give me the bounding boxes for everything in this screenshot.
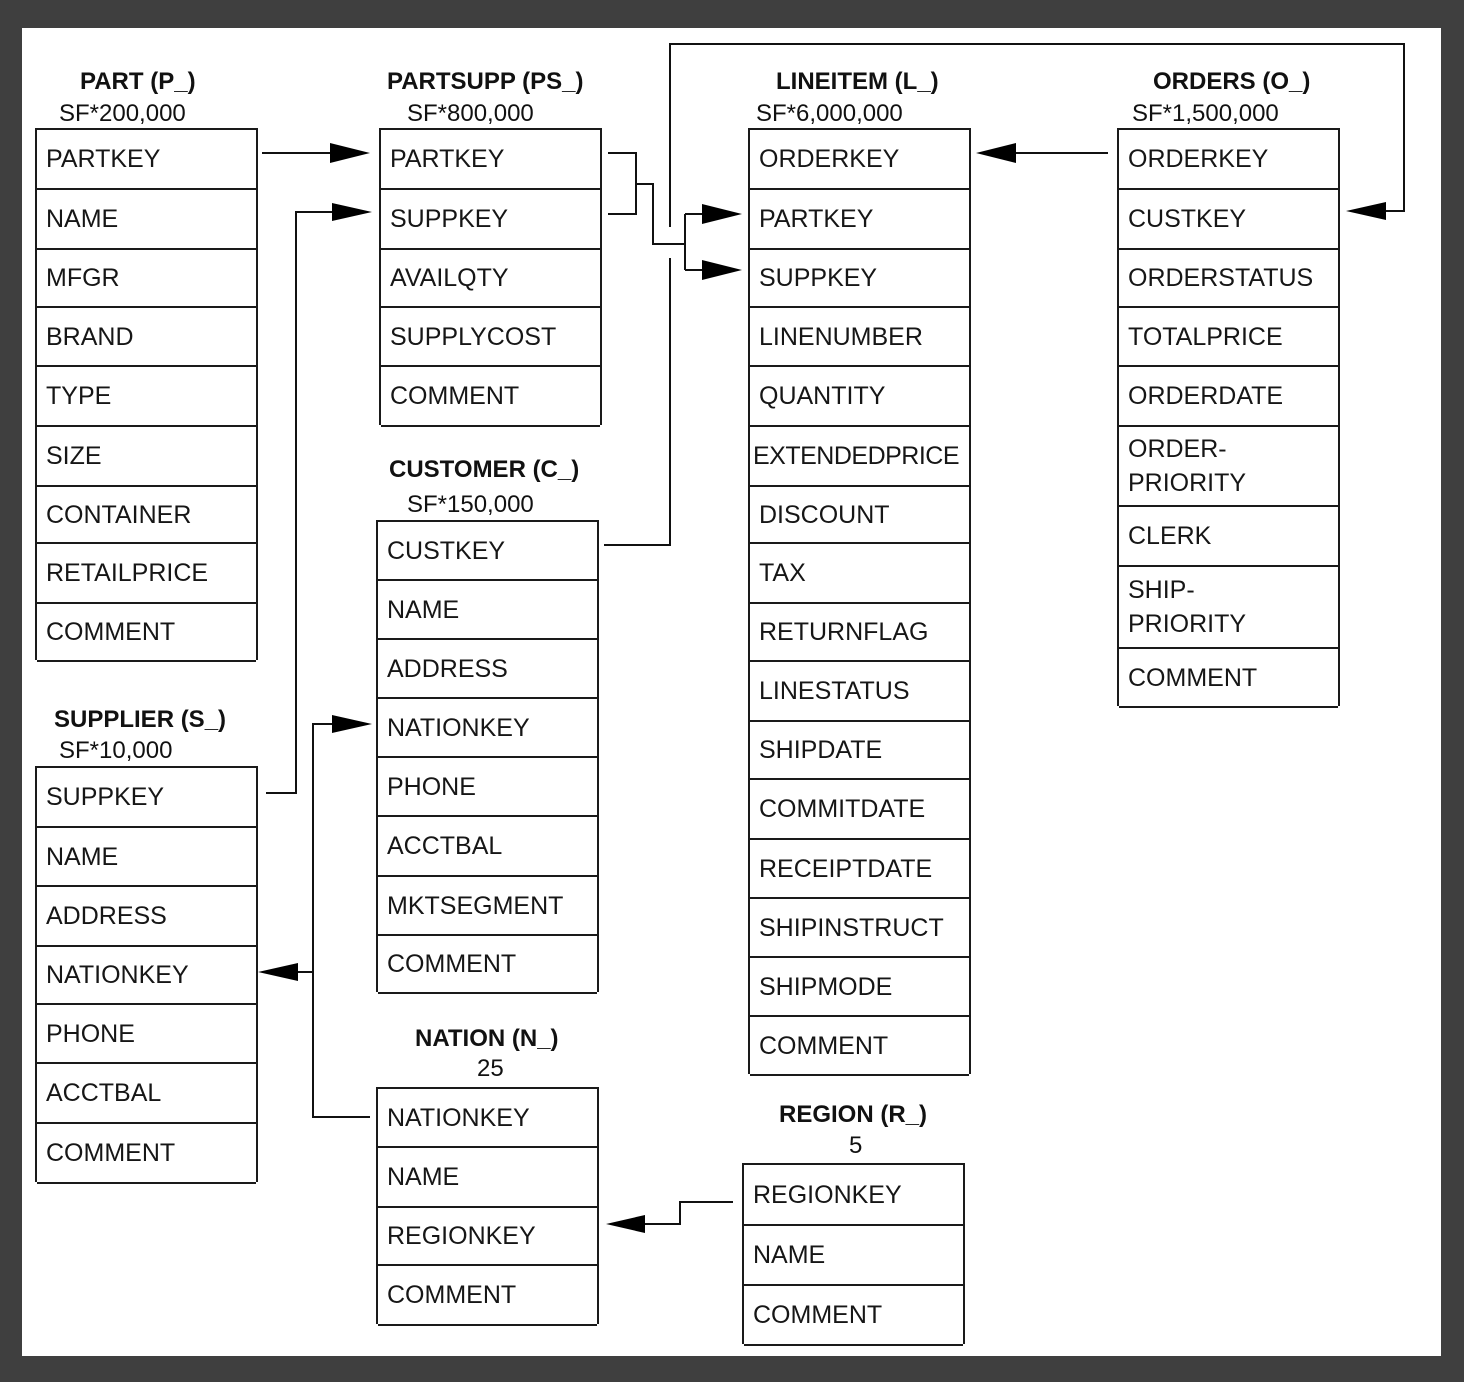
part-column-type: TYPE — [37, 367, 256, 427]
supplier-column-address: ADDRESS — [37, 887, 256, 947]
lineitem-column-linestatus: LINESTATUS — [750, 662, 969, 722]
orders-column-orderdate: ORDERDATE — [1119, 367, 1338, 427]
supplier-column-comment: COMMENT — [37, 1124, 256, 1184]
part-column-brand: BRAND — [37, 308, 256, 367]
lineitem-column-returnflag: RETURNFLAG — [750, 604, 969, 662]
region-column-comment: COMMENT — [744, 1286, 963, 1346]
region-column-regionkey: REGIONKEY — [744, 1165, 963, 1226]
orders-column-custkey: CUSTKEY — [1119, 190, 1338, 250]
part-column-name: NAME — [37, 190, 256, 250]
partsupp-table: PARTKEY SUPPKEY AVAILQTY SUPPLYCOST COMMENT — [379, 128, 602, 427]
orders-column-totalprice: TOTALPRICE — [1119, 308, 1338, 367]
supplier-column-nationkey: NATIONKEY — [37, 947, 256, 1005]
part-column-mfgr: MFGR — [37, 250, 256, 308]
partsupp-table-cardinality: SF*800,000 — [407, 100, 534, 127]
customer-column-name: NAME — [378, 581, 597, 640]
lineitem-column-receiptdate: RECEIPTDATE — [750, 840, 969, 899]
supplier-table-title: SUPPLIER (S_) — [54, 706, 227, 733]
lineitem-column-quantity: QUANTITY — [750, 367, 969, 427]
partsupp-column-comment: COMMENT — [381, 367, 600, 427]
partsupp-column-partkey: PARTKEY — [381, 130, 600, 190]
region-table: REGIONKEY NAME COMMENT — [742, 1163, 965, 1346]
partsupp-column-supplycost: SUPPLYCOST — [381, 308, 600, 367]
nation-table: NATIONKEY NAME REGIONKEY COMMENT — [376, 1087, 599, 1326]
lineitem-column-discount: DISCOUNT — [750, 487, 969, 544]
lineitem-column-shipdate: SHIPDATE — [750, 722, 969, 780]
nation-table-cardinality: 25 — [477, 1055, 504, 1082]
orders-table-cardinality: SF*1,500,000 — [1132, 100, 1279, 127]
supplier-table: SUPPKEY NAME ADDRESS NATIONKEY PHONE ACCTBAL C… — [35, 766, 258, 1184]
orders-column-orderkey: ORDERKEY — [1119, 130, 1338, 190]
customer-column-phone: PHONE — [378, 758, 597, 817]
part-table-cardinality: SF*200,000 — [59, 100, 186, 127]
lineitem-column-extendedprice: EXTENDEDPRICE — [750, 427, 969, 487]
customer-column-mktsegment: MKTSEGMENT — [378, 877, 597, 936]
customer-table-cardinality: SF*150,000 — [407, 491, 534, 518]
partsupp-column-availqty: AVAILQTY — [381, 250, 600, 308]
nation-table-title: NATION (N_) — [415, 1025, 559, 1052]
lineitem-column-shipmode: SHIPMODE — [750, 958, 969, 1017]
nation-column-regionkey: REGIONKEY — [378, 1208, 597, 1266]
customer-column-nationkey: NATIONKEY — [378, 699, 597, 758]
part-column-comment: COMMENT — [37, 604, 256, 662]
part-column-retailprice: RETAILPRICE — [37, 544, 256, 604]
orders-column-comment: COMMENT — [1119, 649, 1338, 708]
lineitem-column-suppkey: SUPPKEY — [750, 250, 969, 308]
region-column-name: NAME — [744, 1226, 963, 1286]
supplier-column-acctbal: ACCTBAL — [37, 1064, 256, 1124]
customer-column-comment: COMMENT — [378, 936, 597, 994]
partsupp-table-title: PARTSUPP (PS_) — [387, 68, 584, 95]
customer-column-address: ADDRESS — [378, 640, 597, 699]
partsupp-column-suppkey: SUPPKEY — [381, 190, 600, 250]
nation-column-nationkey: NATIONKEY — [378, 1089, 597, 1148]
orders-column-shippriority: SHIP- PRIORITY — [1119, 567, 1338, 649]
part-column-container: CONTAINER — [37, 487, 256, 544]
lineitem-column-linenumber: LINENUMBER — [750, 308, 969, 367]
region-table-title: REGION (R_) — [779, 1101, 928, 1128]
orders-table: ORDERKEY CUSTKEY ORDERSTATUS TOTALPRICE ORDE… — [1117, 128, 1340, 708]
lineitem-column-orderkey: ORDERKEY — [750, 130, 969, 190]
supplier-column-suppkey: SUPPKEY — [37, 768, 256, 828]
orders-table-title: ORDERS (O_) — [1153, 68, 1311, 95]
lineitem-table-title: LINEITEM (L_) — [776, 68, 939, 95]
lineitem-column-tax: TAX — [750, 544, 969, 604]
part-table: PARTKEY NAME MFGR BRAND TYPE SIZE CONTAINER RET… — [35, 128, 258, 662]
lineitem-column-shipinstruct: SHIPINSTRUCT — [750, 899, 969, 958]
lineitem-column-comment: COMMENT — [750, 1017, 969, 1076]
customer-column-acctbal: ACCTBAL — [378, 817, 597, 877]
supplier-column-phone: PHONE — [37, 1005, 256, 1064]
lineitem-column-partkey: PARTKEY — [750, 190, 969, 250]
lineitem-column-commitdate: COMMITDATE — [750, 780, 969, 840]
customer-column-custkey: CUSTKEY — [378, 522, 597, 581]
nation-column-comment: COMMENT — [378, 1266, 597, 1326]
supplier-column-name: NAME — [37, 828, 256, 887]
lineitem-table: ORDERKEY PARTKEY SUPPKEY LINENUMBER QUANTITY… — [748, 128, 971, 1076]
region-table-cardinality: 5 — [849, 1132, 863, 1159]
customer-table: CUSTKEY NAME ADDRESS NATIONKEY PHONE ACCTBAL M… — [376, 520, 599, 994]
orders-column-clerk: CLERK — [1119, 507, 1338, 567]
customer-table-title: CUSTOMER (C_) — [389, 456, 580, 483]
orders-column-orderstatus: ORDERSTATUS — [1119, 250, 1338, 308]
lineitem-table-cardinality: SF*6,000,000 — [756, 100, 903, 127]
orders-column-orderpriority: ORDER- PRIORITY — [1119, 427, 1338, 507]
part-table-title: PART (P_) — [80, 68, 196, 95]
part-column-partkey: PARTKEY — [37, 130, 256, 190]
supplier-table-cardinality: SF*10,000 — [59, 737, 173, 764]
part-column-size: SIZE — [37, 427, 256, 487]
nation-column-name: NAME — [378, 1148, 597, 1208]
